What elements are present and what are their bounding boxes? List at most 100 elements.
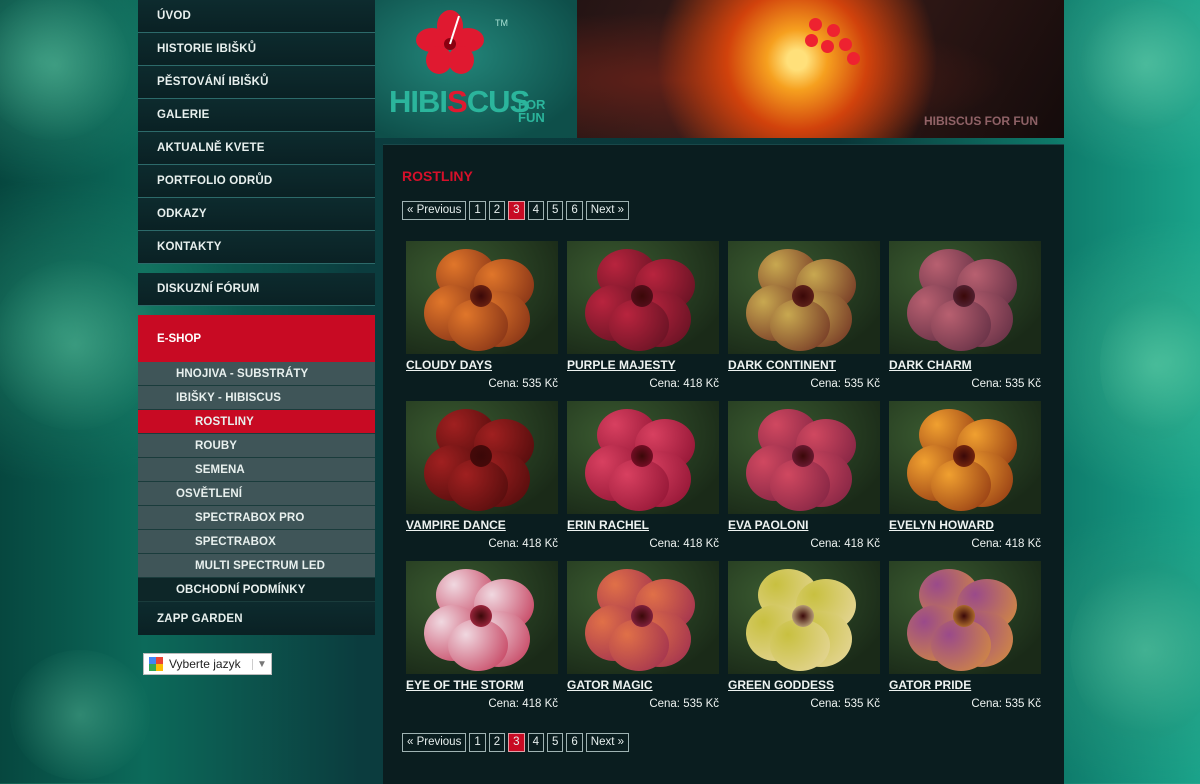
product-image[interactable] (406, 241, 558, 354)
product-image[interactable] (889, 241, 1041, 354)
pager-previous[interactable]: « Previous (402, 733, 467, 752)
pager-next[interactable]: Next » (585, 733, 630, 752)
product-image[interactable] (889, 561, 1041, 674)
background-flower (10, 650, 150, 780)
header-banner: HIBISCUS FOR FUN (577, 0, 1064, 138)
nav-semena[interactable]: SEMENA (138, 458, 375, 482)
language-select[interactable]: Vyberte jazyk ▼ (143, 653, 272, 675)
logo-text: HIBISCUS (389, 84, 530, 119)
language-label: Vyberte jazyk (169, 657, 241, 671)
pager-previous[interactable]: « Previous (402, 201, 467, 220)
pager-page[interactable]: 1 (469, 733, 486, 752)
product-name-link[interactable]: EYE OF THE STORM (406, 678, 524, 692)
pager-page[interactable]: 4 (527, 733, 544, 752)
product-image[interactable] (406, 561, 558, 674)
product-card[interactable]: GATOR PRIDE Cena: 535 Kč (889, 561, 1041, 710)
site-logo[interactable]: TM HIBISCUS FOR FUN (375, 0, 577, 138)
pager-page-current[interactable]: 3 (508, 201, 525, 220)
hibiscus-logo-icon (416, 10, 484, 74)
product-image[interactable] (728, 401, 880, 514)
pager-page[interactable]: 6 (566, 733, 583, 752)
product-price: Cena: 418 Kč (488, 698, 558, 710)
nav-forum[interactable]: DISKUZNÍ FÓRUM (138, 273, 375, 306)
product-name-link[interactable]: VAMPIRE DANCE (406, 518, 506, 532)
product-name-link[interactable]: GATOR PRIDE (889, 678, 971, 692)
product-image[interactable] (406, 401, 558, 514)
product-name-link[interactable]: PURPLE MAJESTY (567, 358, 676, 372)
product-price: Cena: 418 Kč (488, 538, 558, 550)
pager-page[interactable]: 6 (566, 201, 583, 220)
pager-page[interactable]: 5 (546, 733, 564, 752)
nav-historie[interactable]: HISTORIE IBIŠKŮ (138, 33, 375, 66)
product-card[interactable]: VAMPIRE DANCE Cena: 418 Kč (406, 401, 558, 550)
background-flower (0, 0, 130, 140)
pagination-top: « Previous 1 2 3 4 5 6 Next » (402, 201, 630, 220)
product-name-link[interactable]: EVELYN HOWARD (889, 518, 994, 532)
product-card[interactable]: PURPLE MAJESTY Cena: 418 Kč (567, 241, 719, 390)
background-flower (1100, 290, 1200, 440)
pager-page[interactable]: 2 (488, 733, 506, 752)
nav-portfolio[interactable]: PORTFOLIO ODRŮD (138, 165, 375, 198)
product-price: Cena: 535 Kč (971, 378, 1041, 390)
nav-pestovani[interactable]: PĚSTOVÁNÍ IBIŠKŮ (138, 66, 375, 99)
product-name-link[interactable]: DARK CONTINENT (728, 358, 836, 372)
pager-next[interactable]: Next » (585, 201, 630, 220)
product-image[interactable] (728, 561, 880, 674)
pager-page-current[interactable]: 3 (508, 733, 525, 752)
chevron-down-icon: ▼ (252, 658, 271, 670)
nav-zapp-garden[interactable]: ZAPP GARDEN (138, 602, 375, 635)
sidebar: ÚVOD HISTORIE IBIŠKŮ PĚSTOVÁNÍ IBIŠKŮ GA… (138, 0, 375, 635)
product-price: Cena: 535 Kč (971, 698, 1041, 710)
nav-ibisky[interactable]: IBIŠKY - HIBISCUS (138, 386, 375, 410)
nav-rostliny[interactable]: ROSTLINY (138, 410, 375, 434)
nav-aktualne[interactable]: AKTUALNĚ KVETE (138, 132, 375, 165)
pager-page[interactable]: 5 (546, 201, 564, 220)
pagination-bottom: « Previous 1 2 3 4 5 6 Next » (402, 733, 630, 752)
nav-eshop[interactable]: E-SHOP (138, 315, 375, 362)
product-name-link[interactable]: ERIN RACHEL (567, 518, 649, 532)
product-card[interactable]: GATOR MAGIC Cena: 535 Kč (567, 561, 719, 710)
product-name-link[interactable]: GATOR MAGIC (567, 678, 653, 692)
nav-hnojiva[interactable]: HNOJIVA - SUBSTRÁTY (138, 362, 375, 386)
trademark: TM (495, 18, 508, 28)
product-card[interactable]: EVA PAOLONI Cena: 418 Kč (728, 401, 880, 550)
product-image[interactable] (567, 561, 719, 674)
main-content: ROSTLINY « Previous 1 2 3 4 5 6 Next » C… (383, 144, 1064, 784)
product-price: Cena: 535 Kč (810, 698, 880, 710)
background-flower (1070, 560, 1200, 740)
product-image[interactable] (567, 241, 719, 354)
product-image[interactable] (889, 401, 1041, 514)
nav-rouby[interactable]: ROUBY (138, 434, 375, 458)
product-card[interactable]: CLOUDY DAYS Cena: 535 Kč (406, 241, 558, 390)
background-flower (1080, 0, 1200, 130)
product-card[interactable]: DARK CHARM Cena: 535 Kč (889, 241, 1041, 390)
product-card[interactable]: DARK CONTINENT Cena: 535 Kč (728, 241, 880, 390)
product-name-link[interactable]: DARK CHARM (889, 358, 972, 372)
pager-page[interactable]: 1 (469, 201, 486, 220)
pager-page[interactable]: 2 (488, 201, 506, 220)
product-card[interactable]: EVELYN HOWARD Cena: 418 Kč (889, 401, 1041, 550)
product-name-link[interactable]: GREEN GODDESS (728, 678, 834, 692)
nav-uvod[interactable]: ÚVOD (138, 0, 375, 33)
nav-multi-spectrum[interactable]: MULTI SPECTRUM LED (138, 554, 375, 578)
nav-spectrabox[interactable]: SPECTRABOX (138, 530, 375, 554)
pager-page[interactable]: 4 (527, 201, 544, 220)
nav-spectrabox-pro[interactable]: SPECTRABOX PRO (138, 506, 375, 530)
nav-kontakty[interactable]: KONTAKTY (138, 231, 375, 264)
nav-osvetleni[interactable]: OSVĚTLENÍ (138, 482, 375, 506)
product-price: Cena: 418 Kč (649, 538, 719, 550)
logo-for-fun: FOR FUN (518, 97, 546, 125)
product-name-link[interactable]: CLOUDY DAYS (406, 358, 492, 372)
product-name-link[interactable]: EVA PAOLONI (728, 518, 808, 532)
nav-galerie[interactable]: GALERIE (138, 99, 375, 132)
nav-podminky[interactable]: OBCHODNÍ PODMÍNKY (138, 578, 375, 602)
product-image[interactable] (567, 401, 719, 514)
nav-odkazy[interactable]: ODKAZY (138, 198, 375, 231)
product-card[interactable]: ERIN RACHEL Cena: 418 Kč (567, 401, 719, 550)
product-image[interactable] (728, 241, 880, 354)
product-card[interactable]: EYE OF THE STORM Cena: 418 Kč (406, 561, 558, 710)
product-price: Cena: 535 Kč (649, 698, 719, 710)
google-icon (149, 657, 163, 671)
product-card[interactable]: GREEN GODDESS Cena: 535 Kč (728, 561, 880, 710)
page-title: ROSTLINY (402, 168, 473, 184)
